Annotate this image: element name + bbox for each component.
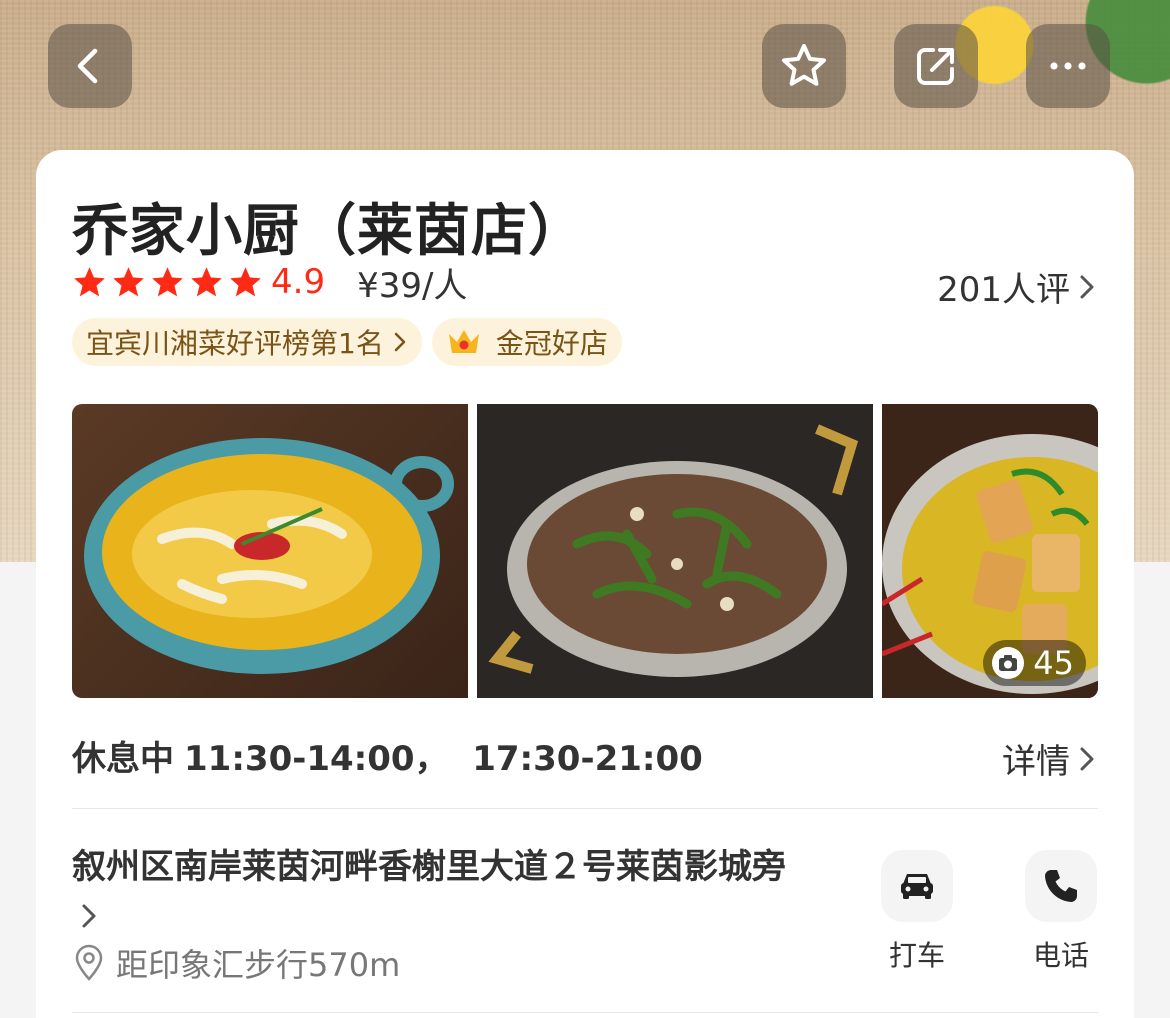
dish-photo[interactable] (477, 404, 873, 698)
photo-gallery[interactable]: 45 (72, 404, 1098, 698)
star-filled-icon (191, 266, 222, 296)
star-rating (72, 265, 263, 300)
business-status: 休息中 (72, 738, 174, 779)
more-button[interactable] (1026, 24, 1110, 108)
taxi-label: 打车 (888, 939, 945, 972)
ranking-badge[interactable]: 宜宾川湘菜好评榜第1名 (72, 318, 422, 366)
address-text: 叙州区南岸莱茵河畔香榭里大道２号莱茵影城旁 (72, 847, 786, 887)
camera-icon (992, 647, 1025, 679)
crown-icon (448, 330, 479, 353)
photo-count: 45 (1033, 644, 1074, 682)
star-filled-icon (152, 266, 183, 296)
dish-photo[interactable] (72, 404, 468, 698)
address-link[interactable]: 叙州区南岸莱茵河畔香榭里大道２号莱茵影城旁 (72, 842, 812, 942)
favorite-button[interactable] (762, 24, 846, 108)
phone-label: 电话 (1032, 939, 1089, 972)
gold-crown-badge[interactable]: 金冠好店 (431, 318, 622, 366)
distance-info: 距印象汇步行570m (72, 940, 400, 986)
divider (72, 808, 1098, 809)
chevron-left-icon (77, 48, 98, 84)
taxi-button[interactable]: 打车 (877, 850, 957, 974)
car-icon (901, 874, 933, 899)
taxi-button-circle (881, 850, 953, 922)
chevron-right-icon (394, 332, 406, 352)
business-hours: 11:30-14:00， 17:30-21:00 (184, 738, 703, 779)
business-hours-row[interactable]: 休息中 11:30-14:00， 17:30-21:00 详情 (72, 730, 1098, 783)
reviews-link[interactable]: 201人评 (937, 262, 1098, 311)
chevron-right-icon (1080, 747, 1094, 770)
star-outline-icon (782, 44, 826, 86)
shop-name: 乔家小厨（莱茵店） (72, 199, 585, 264)
distance-text: 距印象汇步行570m (116, 946, 401, 984)
hours-details-label: 详情 (1002, 742, 1070, 782)
ranking-badge-label: 宜宾川湘菜好评榜第1名 (86, 327, 384, 360)
average-price: ¥39/人 (357, 265, 468, 306)
chevron-right-icon (82, 904, 96, 928)
dish-photo[interactable]: 45 (882, 404, 1098, 698)
divider (72, 1012, 1098, 1013)
phone-button-circle (1025, 850, 1097, 922)
fish-soup-dish-image (84, 438, 454, 674)
location-pin-icon (75, 944, 103, 981)
pepper-meat-stirfry-dish-image (477, 404, 873, 698)
shop-info-card: 乔家小厨（莱茵店） 4.9 ¥39/人 201人评 宜宾川湘菜好评榜第1名 金冠… (36, 150, 1134, 1018)
rating-row: 4.9 ¥39/人 201人评 (72, 262, 1098, 310)
share-icon (917, 48, 954, 85)
rating-score: 4.9 (271, 262, 326, 302)
phone-button[interactable]: 电话 (1021, 850, 1101, 974)
reviews-count: 201人评 (937, 270, 1070, 310)
back-button[interactable] (48, 24, 132, 108)
star-filled-icon (230, 266, 261, 296)
star-filled-icon (74, 266, 105, 296)
gold-crown-badge-label: 金冠好店 (495, 327, 608, 360)
photo-count-badge[interactable]: 45 (983, 640, 1086, 686)
more-dots-icon (1050, 62, 1086, 70)
chevron-right-icon (1080, 275, 1094, 298)
star-filled-icon (113, 266, 144, 296)
hours-details-link[interactable]: 详情 (1002, 734, 1098, 783)
phone-icon (1045, 870, 1077, 902)
badges-row: 宜宾川湘菜好评榜第1名 金冠好店 (72, 318, 622, 366)
share-button[interactable] (894, 24, 978, 108)
